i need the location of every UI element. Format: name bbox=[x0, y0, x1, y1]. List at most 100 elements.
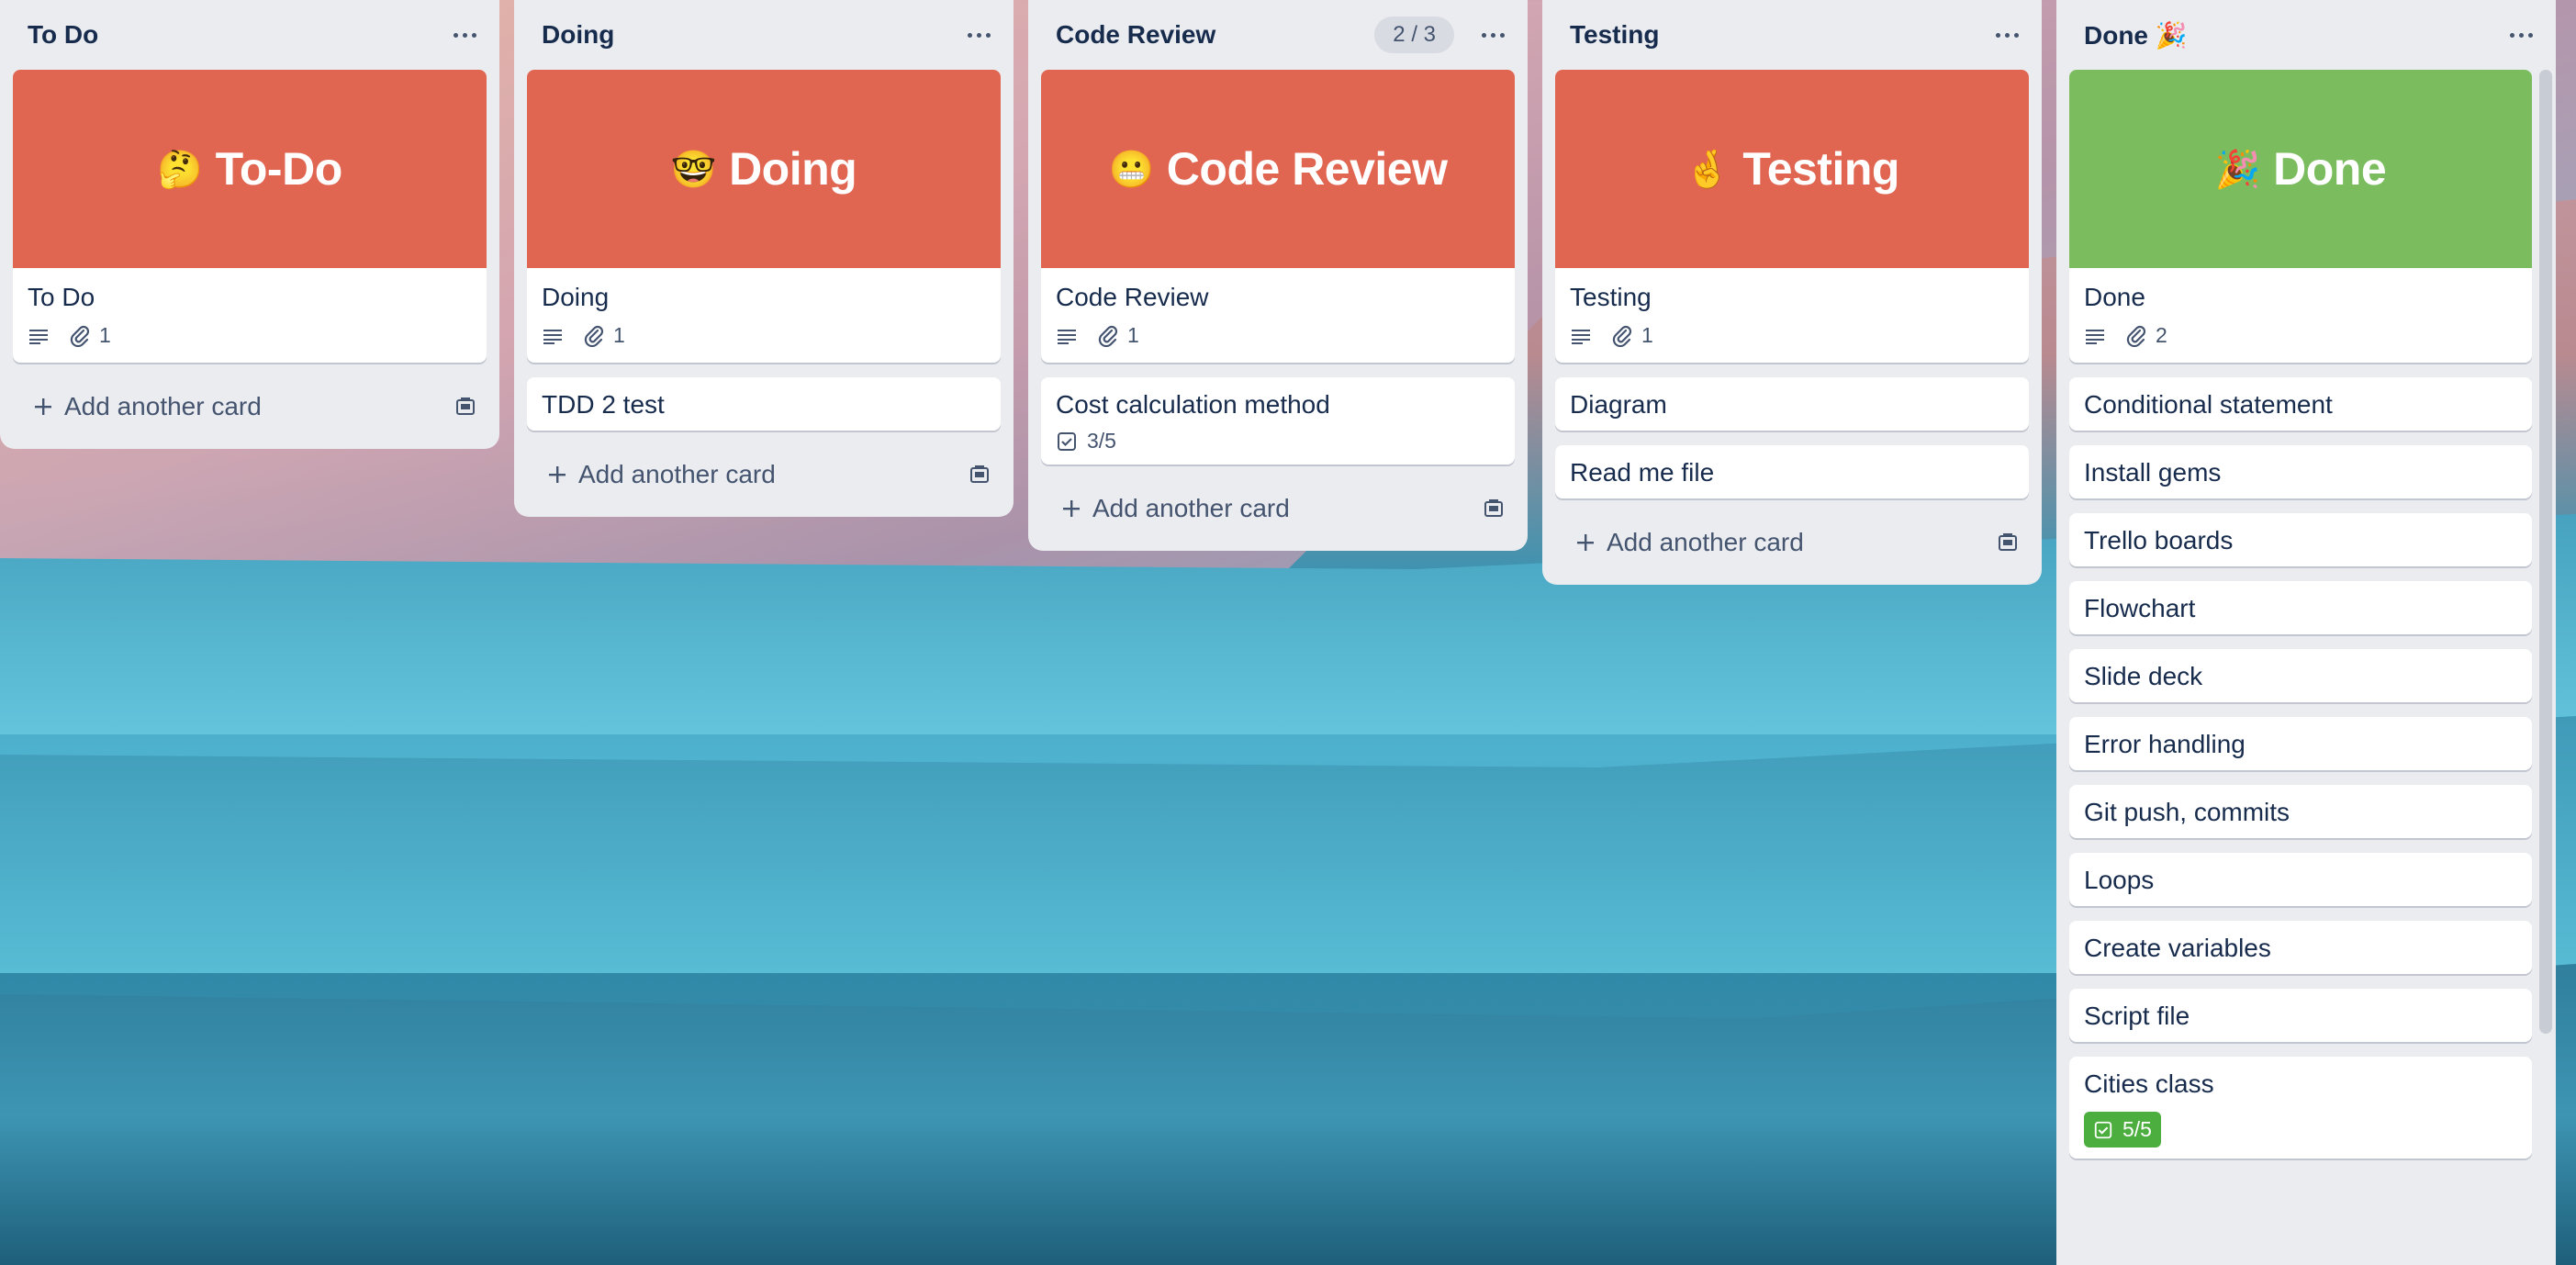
card-title: Cost calculation method bbox=[1056, 390, 1330, 419]
attachment-badge: 1 bbox=[584, 323, 625, 348]
list-scrollbar[interactable] bbox=[2539, 70, 2552, 1034]
card-title: Doing bbox=[542, 283, 610, 311]
attachment-count: 1 bbox=[1641, 323, 1653, 347]
checklist-icon bbox=[1058, 431, 1076, 451]
card-count-badge: 2 / 3 bbox=[1374, 17, 1454, 53]
description-icon bbox=[2084, 327, 2106, 345]
description-icon bbox=[1570, 327, 1592, 345]
cover-emoji: 🤞 bbox=[1685, 149, 1730, 190]
list-to-do: To Do 🤔 To-Do To Do 1 Add another card bbox=[0, 0, 499, 449]
card-doing[interactable]: 🤓 Doing Doing 1 bbox=[527, 70, 1001, 363]
card-title: Diagram bbox=[1570, 390, 1667, 419]
card-title: Error handling bbox=[2084, 730, 2246, 758]
list-title[interactable]: Done 🎉 bbox=[2084, 20, 2188, 50]
card-cities-class[interactable]: Cities class 5/5 bbox=[2069, 1057, 2532, 1159]
card-template-icon[interactable] bbox=[1996, 531, 2020, 554]
add-card-button[interactable]: Add another card bbox=[1041, 479, 1515, 538]
add-card-button[interactable]: Add another card bbox=[1555, 513, 2029, 572]
card-code-review[interactable]: 😬 Code Review Code Review 1 bbox=[1041, 70, 1515, 363]
paperclip-icon bbox=[1612, 325, 1632, 347]
checklist-complete-badge: 5/5 bbox=[2084, 1112, 2161, 1147]
plus-icon bbox=[549, 466, 566, 483]
card-template-icon[interactable] bbox=[968, 463, 991, 487]
card-git-push-commits[interactable]: Git push, commits bbox=[2069, 785, 2532, 838]
card-template-icon[interactable] bbox=[1482, 497, 1506, 521]
card-error-handling[interactable]: Error handling bbox=[2069, 717, 2532, 770]
list-menu-button[interactable] bbox=[1987, 17, 2027, 53]
attachment-badge: 1 bbox=[1612, 323, 1653, 348]
cover-title: Done bbox=[2273, 143, 2387, 195]
add-card-button[interactable]: Add another card bbox=[13, 377, 487, 436]
plus-icon bbox=[35, 398, 51, 415]
list-header: Done 🎉 bbox=[2069, 0, 2543, 70]
plus-icon bbox=[1577, 534, 1594, 551]
card-title: Create variables bbox=[2084, 934, 2271, 962]
card-title: Done bbox=[2084, 283, 2145, 311]
cover-emoji: 🤔 bbox=[157, 149, 203, 190]
card-testing[interactable]: 🤞 Testing Testing 1 bbox=[1555, 70, 2029, 363]
checklist-icon bbox=[2094, 1121, 2112, 1138]
paperclip-icon bbox=[584, 325, 604, 347]
card-title: Install gems bbox=[2084, 458, 2222, 487]
card-cost-calculation-method[interactable]: Cost calculation method 3/5 bbox=[1041, 377, 1515, 465]
card-title: Script file bbox=[2084, 1002, 2190, 1030]
card-slide-deck[interactable]: Slide deck bbox=[2069, 649, 2532, 702]
list-title[interactable]: Doing bbox=[542, 20, 614, 50]
card-trello-boards[interactable]: Trello boards bbox=[2069, 513, 2532, 566]
card-template-icon[interactable] bbox=[454, 395, 477, 419]
card-title: Testing bbox=[1570, 283, 1652, 311]
card-install-gems[interactable]: Install gems bbox=[2069, 445, 2532, 498]
add-card-label: Add another card bbox=[578, 460, 776, 488]
add-card-label: Add another card bbox=[1092, 494, 1290, 522]
add-card-button[interactable]: Add another card bbox=[527, 445, 1001, 504]
list-menu-button[interactable] bbox=[958, 17, 999, 53]
card-done[interactable]: 🎉 Done Done 2 bbox=[2069, 70, 2532, 363]
list-done: Done 🎉 🎉 Done Done 2 Conditional stateme… bbox=[2056, 0, 2556, 1265]
card-title: Git push, commits bbox=[2084, 798, 2290, 826]
list-title[interactable]: Code Review bbox=[1056, 20, 1215, 50]
attachment-count: 1 bbox=[613, 323, 625, 347]
paperclip-icon bbox=[1098, 325, 1118, 347]
cover-title: To-Do bbox=[215, 143, 343, 195]
cover-emoji: 😬 bbox=[1108, 149, 1154, 190]
card-create-variables[interactable]: Create variables bbox=[2069, 921, 2532, 974]
cover-title: Code Review bbox=[1166, 143, 1448, 195]
paperclip-icon bbox=[70, 325, 90, 347]
attachment-count: 1 bbox=[99, 323, 111, 347]
card-flowchart[interactable]: Flowchart bbox=[2069, 581, 2532, 634]
attachment-badge: 2 bbox=[2126, 323, 2167, 348]
description-icon bbox=[1056, 327, 1078, 345]
card-read-me-file[interactable]: Read me file bbox=[1555, 445, 2029, 498]
card-conditional-statement[interactable]: Conditional statement bbox=[2069, 377, 2532, 431]
checklist-count: 5/5 bbox=[2122, 1117, 2152, 1141]
card-title: Code Review bbox=[1056, 283, 1209, 311]
list-testing: Testing 🤞 Testing Testing 1 Diagram Read… bbox=[1542, 0, 2042, 585]
card-title: Cities class bbox=[2084, 1069, 2214, 1098]
board: To Do 🤔 To-Do To Do 1 Add another card D… bbox=[0, 0, 2556, 1265]
list-menu-button[interactable] bbox=[1473, 17, 1513, 53]
card-loops[interactable]: Loops bbox=[2069, 853, 2532, 906]
checklist-count: 3/5 bbox=[1087, 429, 1116, 453]
cover-emoji: 🎉 bbox=[2214, 149, 2261, 190]
card-tdd-2-test[interactable]: TDD 2 test bbox=[527, 377, 1001, 431]
list-header: Code Review 2 / 3 bbox=[1041, 0, 1515, 70]
list-menu-button[interactable] bbox=[444, 17, 485, 53]
card-to-do[interactable]: 🤔 To-Do To Do 1 bbox=[13, 70, 487, 363]
card-cover: 🤔 To-Do bbox=[13, 70, 487, 268]
list-title[interactable]: To Do bbox=[28, 20, 98, 50]
paperclip-icon bbox=[2126, 325, 2146, 347]
card-script-file[interactable]: Script file bbox=[2069, 989, 2532, 1042]
cover-title: Doing bbox=[729, 143, 857, 195]
add-card-label: Add another card bbox=[1607, 528, 1804, 556]
card-diagram[interactable]: Diagram bbox=[1555, 377, 2029, 431]
list-title[interactable]: Testing bbox=[1570, 20, 1659, 50]
add-card-label: Add another card bbox=[64, 392, 262, 420]
list-header: Testing bbox=[1555, 0, 2029, 70]
card-title: Trello boards bbox=[2084, 526, 2234, 554]
card-title: TDD 2 test bbox=[542, 390, 665, 419]
checklist-badge: 3/5 bbox=[1056, 429, 1116, 453]
list-menu-button[interactable] bbox=[2501, 17, 2541, 53]
card-title: Loops bbox=[2084, 866, 2155, 894]
attachment-badge: 1 bbox=[70, 323, 111, 348]
cover-title: Testing bbox=[1742, 143, 1899, 195]
